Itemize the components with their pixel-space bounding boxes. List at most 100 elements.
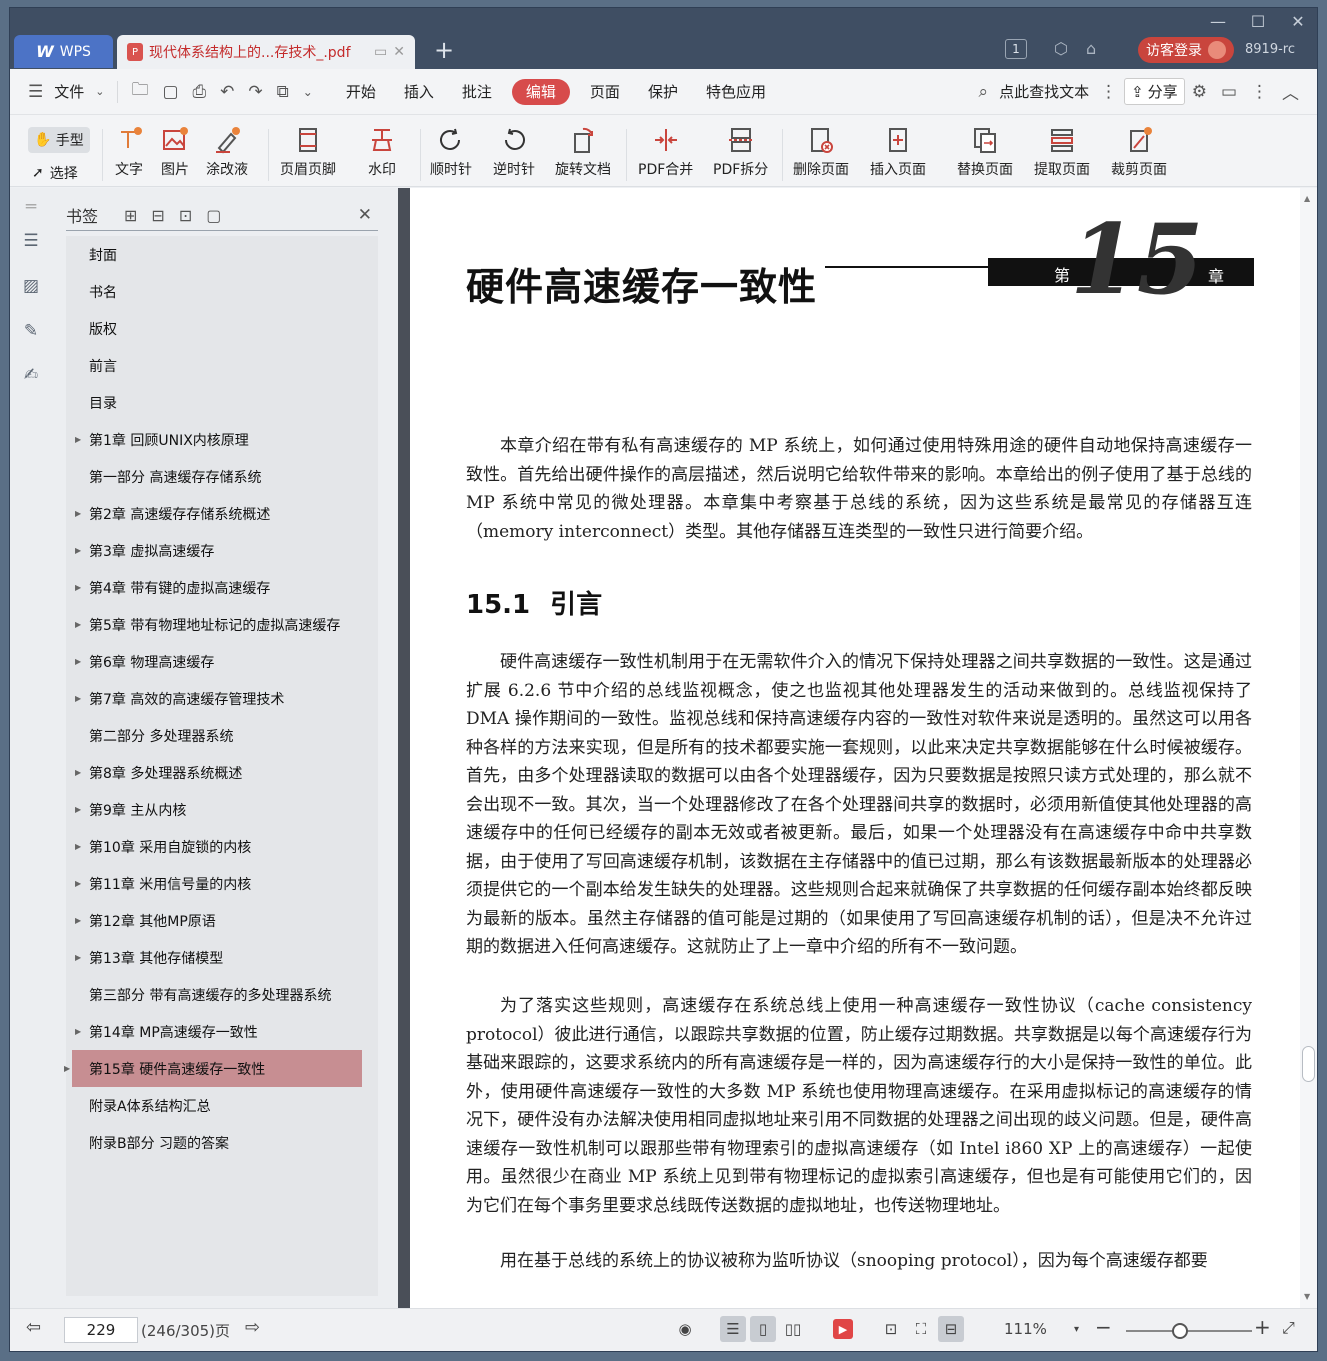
play-slideshow-icon[interactable]: ▶	[833, 1319, 853, 1339]
menu-tab-annotate[interactable]: 批注	[448, 79, 506, 105]
shirt-icon[interactable]: ⌂	[1086, 39, 1096, 58]
two-page-icon[interactable]: ▯▯	[780, 1316, 806, 1342]
bookmark-item[interactable]: ▶ 第14章 MP高速缓存一致性	[66, 1013, 378, 1050]
expand-arrow-icon[interactable]: ▶	[75, 509, 81, 518]
settings-gear-icon[interactable]: ⚙	[1185, 82, 1214, 102]
bookmark-item[interactable]: 目录	[66, 384, 378, 421]
bookmark-item[interactable]: 版权	[66, 310, 378, 347]
image-tool-button[interactable]: 图片	[160, 125, 190, 179]
document-tab[interactable]: P 现代体系结构上的...存技术_.pdf ▭ ✕	[117, 35, 415, 69]
export-icon[interactable]: ⧉	[270, 82, 296, 102]
actual-size-icon[interactable]: ⊡	[878, 1316, 904, 1342]
expand-arrow-icon[interactable]: ▶	[75, 916, 81, 925]
correction-fluid-button[interactable]: 涂改液	[206, 125, 248, 179]
bookmark-item[interactable]: 第三部分 带有高速缓存的多处理器系统	[66, 976, 378, 1013]
bookmark-item[interactable]: ▶ 第6章 物理高速缓存	[66, 643, 378, 680]
redo-icon[interactable]: ↷	[241, 82, 269, 102]
zoom-slider[interactable]	[1126, 1330, 1252, 1332]
tab-monitor-icon[interactable]: ▭	[374, 44, 387, 60]
kebab-icon[interactable]: ⋮	[1093, 82, 1124, 102]
zoom-slider-knob[interactable]	[1172, 1323, 1188, 1339]
chevron-down-icon[interactable]: ⌄	[88, 85, 111, 98]
watermark-button[interactable]: 水印	[367, 125, 397, 179]
collapse-ribbon-icon[interactable]: ︿	[1275, 79, 1317, 104]
expand-arrow-icon[interactable]: ▶	[75, 546, 81, 555]
wps-home-tab[interactable]: W WPS	[14, 35, 113, 68]
bookmark-item[interactable]: ▶ 第13章 其他存储模型	[66, 939, 378, 976]
scroll-up-icon[interactable]: ▲	[1304, 194, 1310, 203]
menu-tab-protect[interactable]: 保护	[634, 79, 692, 105]
delete-page-button[interactable]: 删除页面	[793, 125, 849, 179]
pdf-page[interactable]: 硬件高速缓存一致性 第 章 15 本章介绍在带有私有高速缓存的 MP 系统上，如…	[410, 188, 1300, 1308]
close-window-icon[interactable]: ✕	[1287, 12, 1309, 31]
file-menu[interactable]: 文件	[50, 79, 88, 105]
bookmark-item[interactable]: ▶ 第3章 虚拟高速缓存	[66, 532, 378, 569]
bookmark-item[interactable]: ▶ 第10章 采用自旋锁的内核	[66, 828, 378, 865]
hand-tool-button[interactable]: ✋ 手型	[28, 127, 90, 153]
page-number-input[interactable]: 229	[64, 1317, 138, 1343]
bookmark-item[interactable]: ▶ 第9章 主从内核	[66, 791, 378, 828]
bookmark-item[interactable]: ▶ 第2章 高速缓存存储系统概述	[66, 495, 378, 532]
new-tab-button[interactable]: +	[434, 38, 454, 62]
expand-arrow-icon[interactable]: ▶	[75, 583, 81, 592]
open-folder-icon[interactable]: 🗀	[124, 77, 155, 106]
bookmark-item[interactable]: ▶ 第5章 带有物理地址标记的虚拟高速缓存	[66, 606, 378, 643]
menu-tab-insert[interactable]: 插入	[390, 79, 448, 105]
replace-page-button[interactable]: 替换页面	[957, 125, 1013, 179]
insert-page-button[interactable]: 插入页面	[870, 125, 926, 179]
search-text-button[interactable]: 点此查找文本	[995, 79, 1093, 105]
crop-page-button[interactable]: 裁剪页面	[1111, 125, 1167, 179]
rotate-document-button[interactable]: 旋转文档	[555, 125, 611, 179]
comment-icon[interactable]: ▭	[1214, 82, 1244, 102]
bookmark-item[interactable]: ▶ 第11章 米用信号量的内核	[66, 865, 378, 902]
bookmark-item[interactable]: 前言	[66, 347, 378, 384]
scroll-down-icon[interactable]: ▼	[1304, 1292, 1310, 1301]
header-footer-button[interactable]: 页眉页脚	[280, 125, 336, 179]
more-dropdown-icon[interactable]: ⌄	[296, 85, 320, 99]
close-panel-icon[interactable]: ✕	[358, 205, 372, 225]
zoom-out-icon[interactable]: −	[1095, 1315, 1112, 1339]
expand-arrow-icon[interactable]: ▶	[75, 879, 81, 888]
bookmark-item[interactable]: 第二部分 多处理器系统	[66, 717, 378, 754]
vertical-scrollbar[interactable]: ▲ ▼	[1300, 188, 1317, 1308]
expand-all-icon[interactable]: ⊟	[151, 206, 164, 225]
bookmark-item[interactable]: 书名	[66, 273, 378, 310]
fit-width-icon[interactable]: ⊟	[938, 1316, 964, 1342]
rotate-counterclockwise-button[interactable]: 逆时针	[493, 125, 535, 179]
pdf-split-button[interactable]: PDF拆分	[713, 125, 768, 179]
expand-arrow-icon[interactable]: ▶	[75, 657, 81, 666]
scroll-thumb[interactable]	[1302, 1046, 1315, 1082]
bookmark-ribbon-icon[interactable]: ▢	[206, 206, 221, 225]
document-viewport[interactable]: 硬件高速缓存一致性 第 章 15 本章介绍在带有私有高速缓存的 MP 系统上，如…	[398, 188, 1317, 1308]
save-icon[interactable]: ▢	[155, 82, 185, 102]
bookmark-item[interactable]: ▶ 第12章 其他MP原语	[66, 902, 378, 939]
expand-arrow-icon[interactable]: ▶	[64, 1064, 70, 1073]
expand-arrow-icon[interactable]: ▶	[75, 694, 81, 703]
zoom-dropdown-icon[interactable]: ▾	[1074, 1324, 1079, 1335]
hamburger-menu-icon[interactable]: ☰	[10, 82, 50, 102]
next-page-icon[interactable]: ⇨	[245, 1317, 260, 1338]
share-button[interactable]: ⇪ 分享	[1124, 78, 1185, 105]
minimize-icon[interactable]: —	[1207, 12, 1229, 31]
eye-protection-icon[interactable]: ◉	[672, 1316, 698, 1342]
zoom-level[interactable]: 111%	[1004, 1320, 1047, 1338]
print-icon[interactable]: ⎙	[186, 82, 214, 102]
continuous-view-icon[interactable]: ☰	[720, 1316, 746, 1342]
fullscreen-icon[interactable]: ⤢	[1282, 1318, 1295, 1338]
thumbnail-image-icon[interactable]: ▨	[20, 275, 42, 297]
menu-tab-page[interactable]: 页面	[576, 79, 634, 105]
expand-arrow-icon[interactable]: ▶	[75, 768, 81, 777]
bookmark-item[interactable]: ▶ 第7章 高效的高速缓存管理技术	[66, 680, 378, 717]
text-tool-button[interactable]: 文字	[114, 125, 144, 179]
expand-arrow-icon[interactable]: ▶	[75, 435, 81, 444]
maximize-icon[interactable]: ☐	[1247, 12, 1269, 31]
window-count-badge[interactable]: 1	[1005, 39, 1027, 59]
tab-close-icon[interactable]: ✕	[393, 44, 405, 60]
zoom-in-icon[interactable]: +	[1254, 1315, 1271, 1339]
expand-arrow-icon[interactable]: ▶	[75, 805, 81, 814]
bookmark-item[interactable]: ▶ 第15章 硬件高速缓存一致性	[64, 1050, 362, 1087]
add-sub-bookmark-icon[interactable]: ⊡	[179, 206, 192, 225]
menu-tab-features[interactable]: 特色应用	[692, 79, 780, 105]
annotation-icon[interactable]: ✎	[20, 320, 42, 342]
search-icon[interactable]: ⌕	[972, 82, 996, 102]
